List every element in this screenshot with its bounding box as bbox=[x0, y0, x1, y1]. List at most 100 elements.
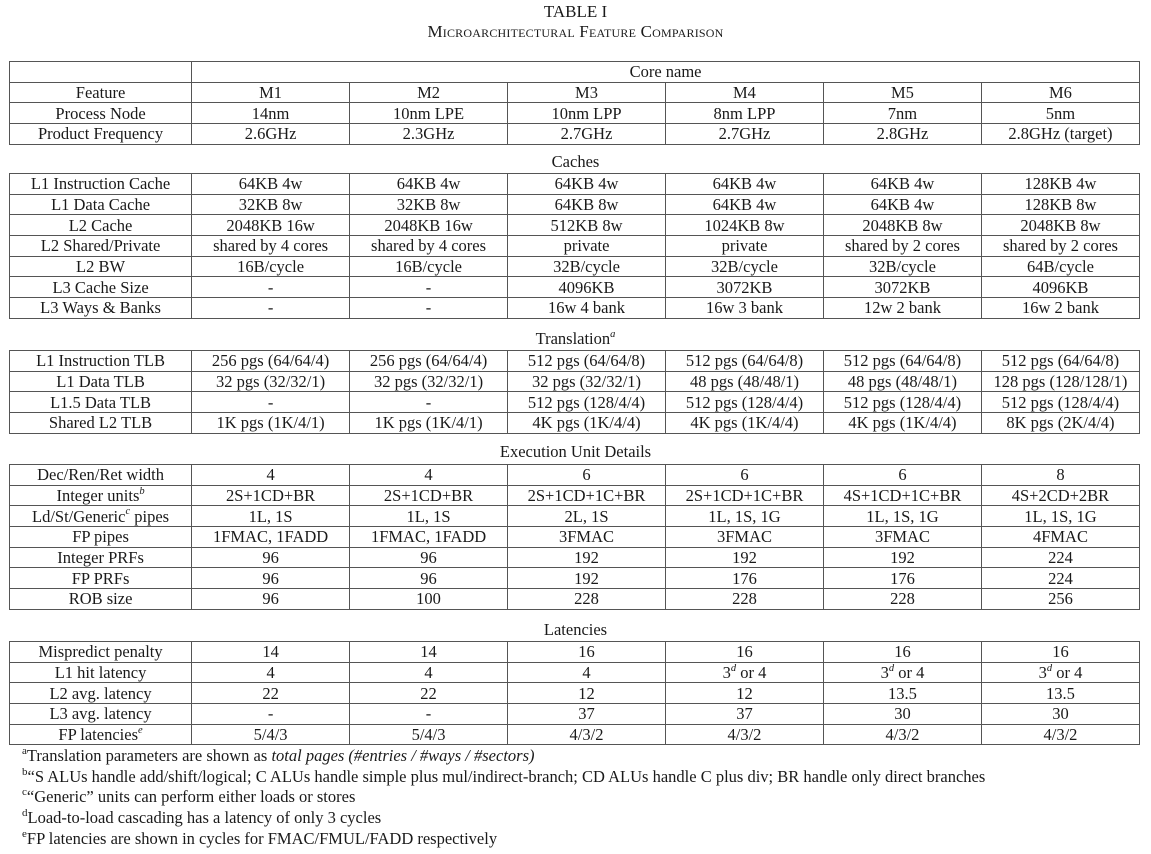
value-cell-m1: 64KB 4w bbox=[191, 173, 351, 195]
footnote-b: b“S ALUs handle add/shift/logical; C ALU… bbox=[22, 765, 985, 787]
value-cell-m4: 48 pgs (48/48/1) bbox=[665, 370, 824, 393]
feature-label: L1 Instruction Cache bbox=[30, 174, 171, 194]
value-cell-m2: 96 bbox=[349, 567, 509, 590]
table-block-general: Core name Feature M1 M2 M3 M4 M5 M6 Process N… bbox=[8, 61, 1141, 145]
value-cell-m1: - bbox=[191, 703, 351, 725]
value-cell-m1: 16B/cycle bbox=[191, 255, 351, 278]
footnote-mark-a: a bbox=[22, 744, 27, 757]
table-label: TABLE I bbox=[543, 2, 608, 21]
core-header-m3: M3 bbox=[507, 81, 666, 104]
feature-label: L1 Data TLB bbox=[56, 372, 145, 392]
value-cell-m5: 48 pgs (48/48/1) bbox=[822, 370, 982, 393]
value-cell-m6: 512 pgs (128/4/4) bbox=[980, 391, 1141, 414]
value-cell-m5: shared by 2 cores bbox=[822, 235, 982, 257]
value-cell-m1: 32 pgs (32/32/1) bbox=[191, 370, 351, 393]
value-cell-m2: 22 bbox=[349, 682, 509, 705]
value-cell-m3: 37 bbox=[507, 703, 666, 725]
value-cell-m2: 4 bbox=[349, 464, 509, 486]
value-cell-m2: shared by 4 cores bbox=[349, 235, 509, 257]
feature-cell: Process Node bbox=[8, 102, 193, 125]
value-cell-m5: 64KB 4w bbox=[822, 173, 982, 195]
value-cell-m4: 2S+1CD+1C+BR bbox=[665, 484, 824, 507]
value-cell-m3: 16 bbox=[507, 641, 666, 663]
feature-cell: L1 Instruction Cache bbox=[8, 173, 193, 195]
table-row: L2 Shared/Private shared by 4 cores shared… bbox=[8, 235, 1141, 257]
feature-cell: Shared L2 TLB bbox=[8, 412, 193, 434]
value-cell-m2: 32 pgs (32/32/1) bbox=[349, 370, 509, 393]
value-cell-m6: 512 pgs (64/64/8) bbox=[980, 350, 1141, 372]
table-row: Integer unitsb 2S+1CD+BR 2S+1CD+BR 2S+1CD+1… bbox=[8, 484, 1141, 507]
value-cell-m5: 4S+1CD+1C+BR bbox=[822, 484, 982, 507]
footnote-d: dLoad-to-load cascading has a latency of… bbox=[22, 807, 382, 828]
footnote-text: “Generic” units can perform either loads… bbox=[26, 787, 356, 806]
table-block-translation: L1 Instruction TLB 256 pgs (64/64/4) 256 p… bbox=[8, 350, 1141, 434]
section-caption-latencies: Latencies bbox=[543, 620, 608, 639]
feature-cell: ROB size bbox=[8, 588, 193, 610]
value-cell-m2: - bbox=[349, 276, 509, 299]
footnote-mark-b: b bbox=[22, 765, 28, 778]
feature-cell: L2 Cache bbox=[8, 214, 193, 237]
value-cell-m5: 512 pgs (128/4/4) bbox=[822, 391, 982, 414]
footnote-text: Load-to-load cascading has a latency of … bbox=[27, 808, 382, 827]
feature-cell: Product Frequency bbox=[8, 123, 193, 145]
value-cell-m3: 512 pgs (128/4/4) bbox=[507, 391, 666, 414]
value-cell-m4: 4/3/2 bbox=[665, 723, 824, 746]
value-cell-m4: 3072KB bbox=[665, 276, 824, 299]
value-cell-m2: 1FMAC, 1FADD bbox=[349, 526, 509, 548]
value-cell-m5: 228 bbox=[822, 588, 982, 610]
feature-label: Mispredict penalty bbox=[38, 642, 163, 662]
table-row: FP latenciese 5/4/3 5/4/3 4/3/2 4/3/2 4/3/2 4/… bbox=[8, 723, 1141, 746]
value-cell-m2: 16B/cycle bbox=[349, 255, 509, 278]
value-cell-m1: 1L, 1S bbox=[191, 505, 351, 528]
feature-label: Process Node bbox=[55, 103, 146, 123]
value-cell-m1: 96 bbox=[191, 588, 351, 610]
table-row: L2 BW 16B/cycle 16B/cycle 32B/cycle 32B/cycl… bbox=[8, 255, 1141, 278]
footnote-ref-d: d bbox=[888, 662, 895, 674]
value-cell-m6: 128KB 4w bbox=[980, 173, 1141, 195]
footnote-mark-c: c bbox=[22, 785, 27, 798]
value-cell-m1: 2.6GHz bbox=[191, 123, 351, 145]
value-cell-m6: 2.8GHz (target) bbox=[980, 123, 1141, 145]
core-header-m6: M6 bbox=[980, 81, 1141, 104]
value-cell-m3: 16w 4 bank bbox=[507, 297, 666, 319]
value-cell-m2: 4 bbox=[349, 661, 509, 684]
value-cell-m6: 128KB 8w bbox=[980, 193, 1141, 216]
value-cell-m1: 96 bbox=[191, 567, 351, 590]
feature-label: L3 Cache Size bbox=[52, 277, 149, 297]
feature-cell: Mispredict penalty bbox=[8, 641, 193, 663]
value-cell-m2: 1K pgs (1K/4/1) bbox=[349, 412, 509, 434]
value-cell-m5: 32B/cycle bbox=[822, 255, 982, 278]
value-cell-m2: - bbox=[349, 703, 509, 725]
footnote-text: FP latencies are shown in cycles for FMA… bbox=[26, 829, 498, 848]
table-row: L1 Instruction Cache 64KB 4w 64KB 4w 64KB 4… bbox=[8, 173, 1141, 195]
value-cell-m2: 14 bbox=[349, 641, 509, 663]
value-cell-m6: 16 bbox=[980, 641, 1141, 663]
value-cell-m6: 8 bbox=[980, 464, 1141, 486]
footnote-a: aTranslation parameters are shown as tot… bbox=[22, 744, 535, 766]
feature-label: L1 hit latency bbox=[54, 663, 147, 683]
value-cell-m2: 100 bbox=[349, 588, 509, 610]
value-cell-m6: 4FMAC bbox=[980, 526, 1141, 548]
feature-label: L1 Instruction TLB bbox=[36, 351, 166, 371]
table-row: FP PRFs 96 96 192 176 176 224 bbox=[8, 567, 1141, 590]
value-cell-m5: 6 bbox=[822, 464, 982, 486]
value-cell-m2: 1L, 1S bbox=[349, 505, 509, 528]
section-caption-execution: Execution Unit Details bbox=[499, 442, 652, 461]
value-cell-m5: 176 bbox=[822, 567, 982, 590]
table-row: L1 Data TLB 32 pgs (32/32/1) 32 pgs (32/32… bbox=[8, 370, 1141, 393]
table-title: Microarchitectural Feature Comparison bbox=[427, 22, 724, 41]
value-cell-m3: 32 pgs (32/32/1) bbox=[507, 370, 666, 393]
value-cell-m4: 512 pgs (128/4/4) bbox=[665, 391, 824, 414]
feature-label: L2 Cache bbox=[68, 215, 133, 235]
value-cell-m3: private bbox=[507, 235, 666, 257]
table-row: Product Frequency 2.6GHz 2.3GHz 2.7GHz 2.7GH… bbox=[8, 123, 1141, 145]
feature-cell: Ld/St/Genericc pipes bbox=[8, 505, 193, 528]
feature-label: Integer PRFs bbox=[57, 548, 144, 568]
value-cell-m1: - bbox=[191, 391, 351, 414]
value-cell-m1: 22 bbox=[191, 682, 351, 705]
feature-cell: L3 avg. latency bbox=[8, 703, 193, 725]
value-cell-m6: 4096KB bbox=[980, 276, 1141, 299]
feature-cell: L3 Cache Size bbox=[8, 276, 193, 299]
value-cell-m4: 64KB 4w bbox=[665, 193, 824, 216]
value-cell-m1: 5/4/3 bbox=[191, 723, 351, 746]
